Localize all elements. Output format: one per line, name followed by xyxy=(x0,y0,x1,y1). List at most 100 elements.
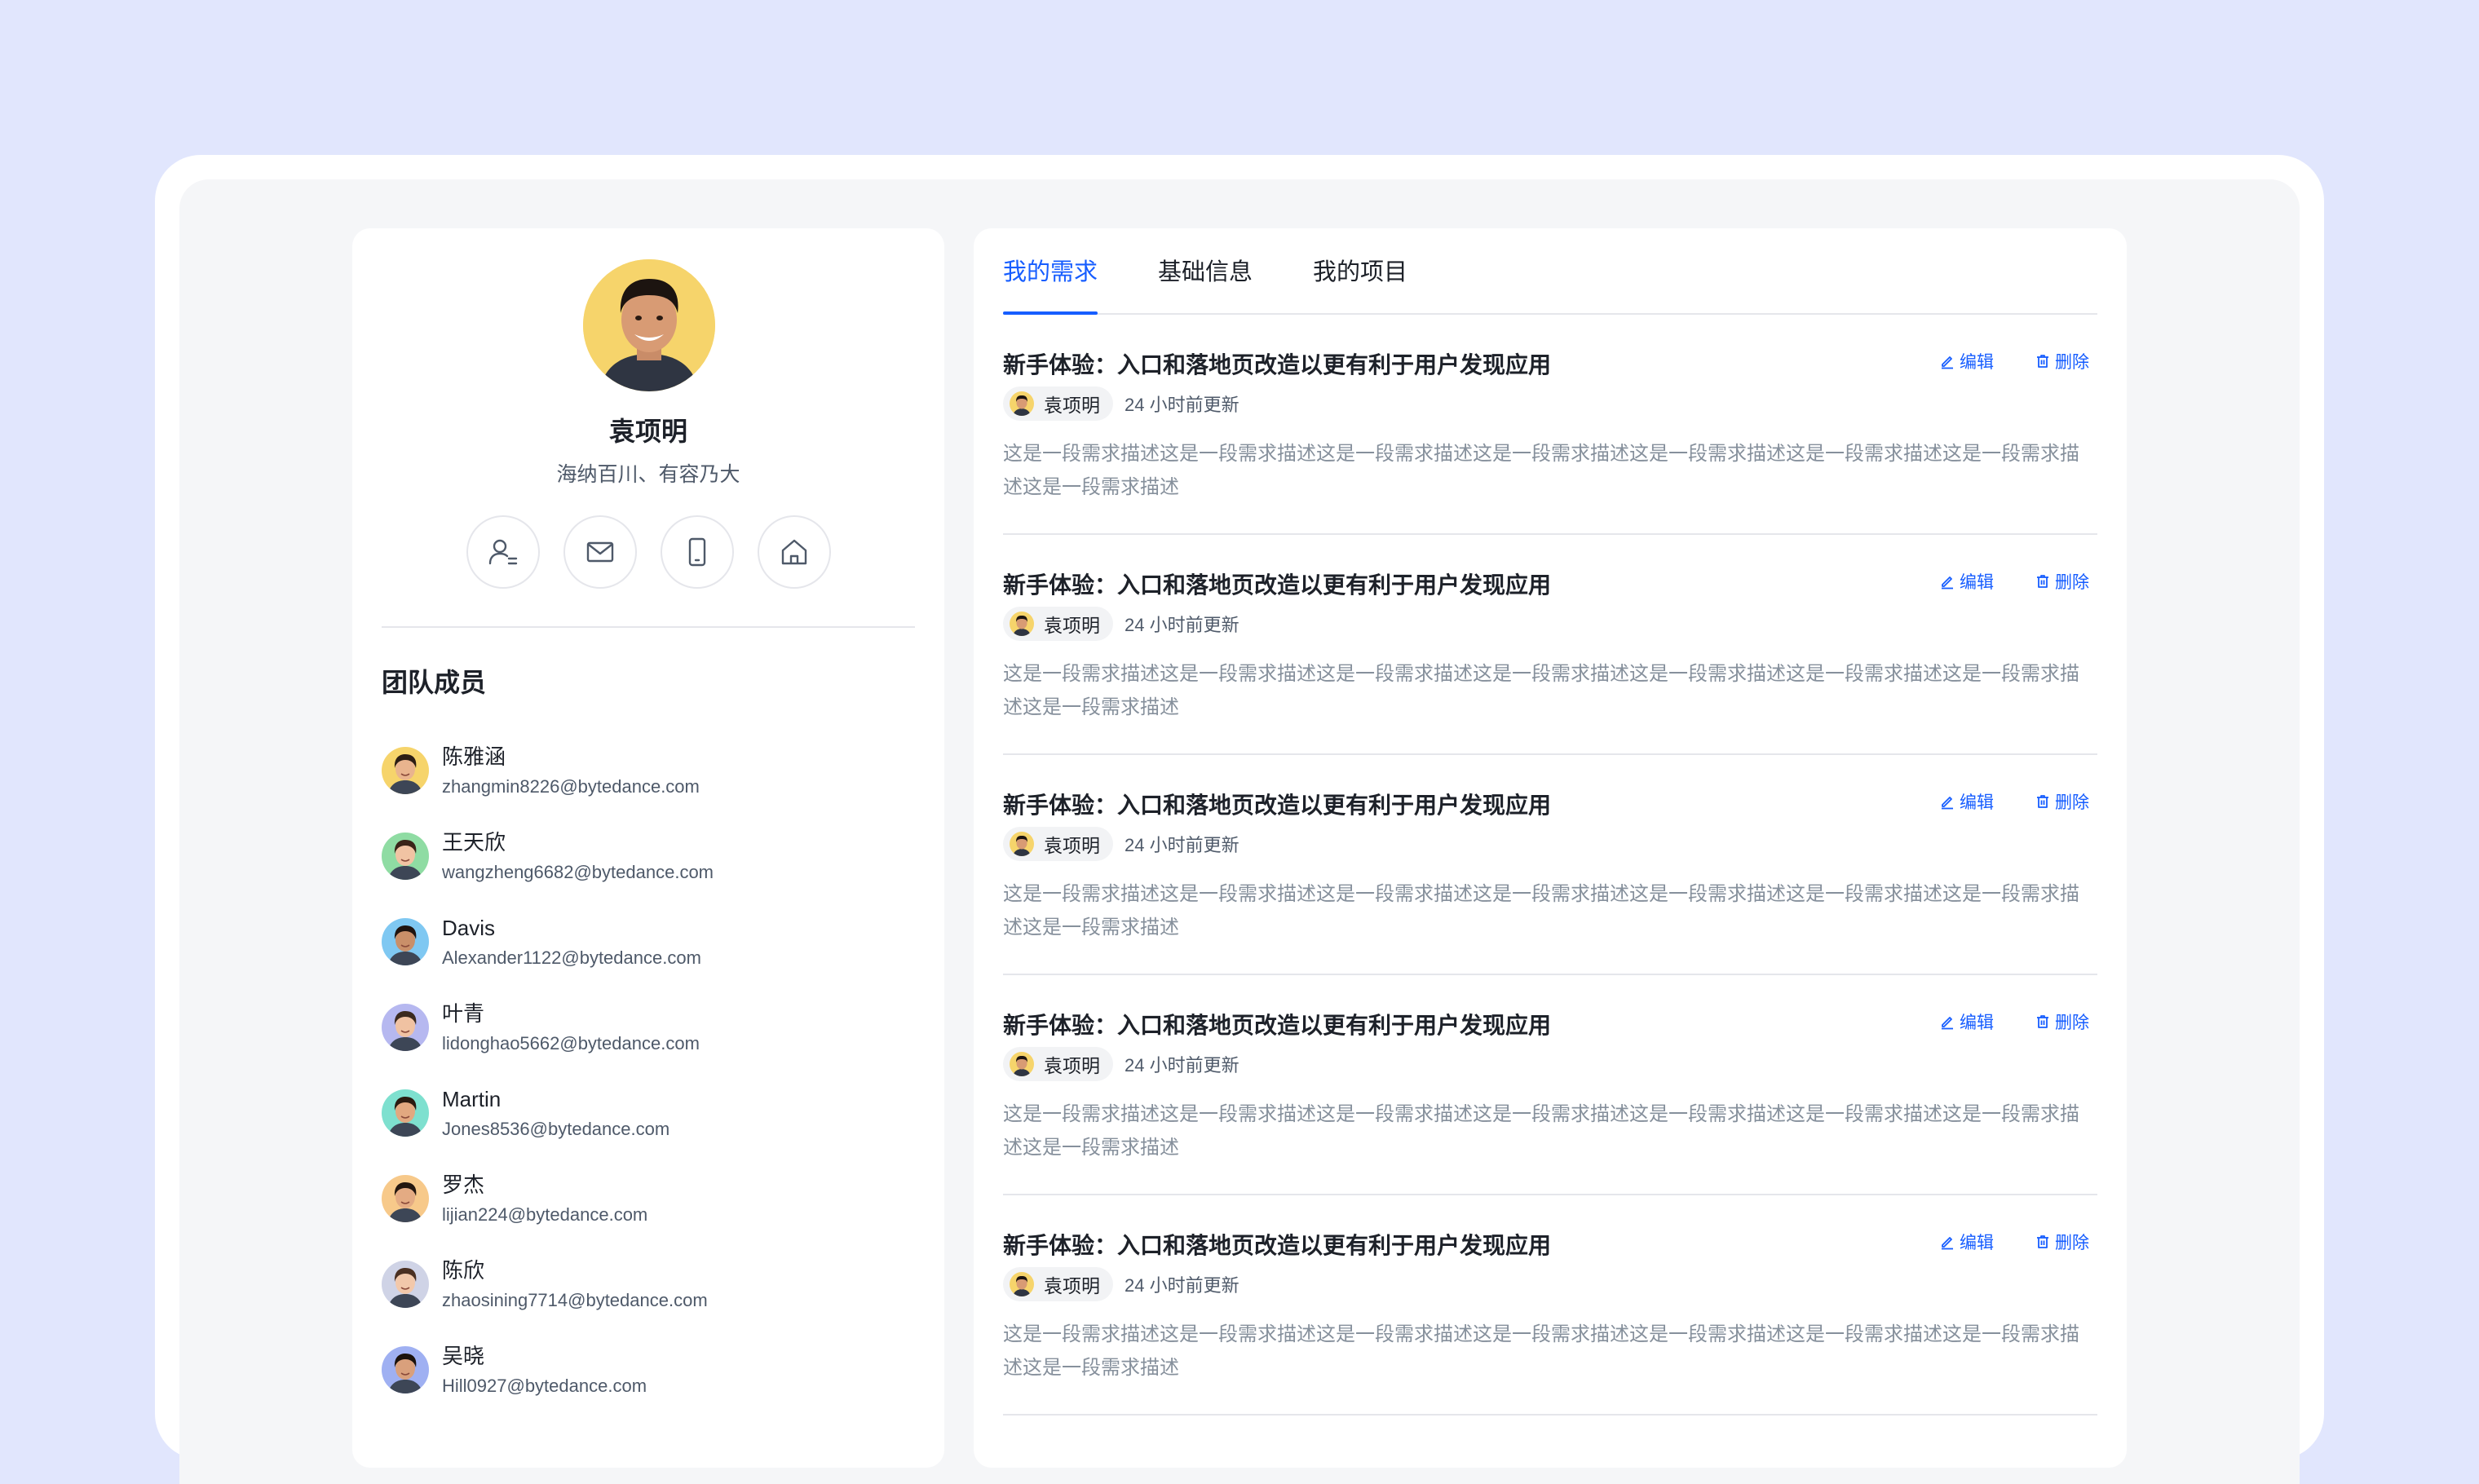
trash-icon xyxy=(2037,1015,2048,1028)
owner-tag[interactable]: 袁项明 xyxy=(1003,386,1113,421)
edit-button[interactable]: 编辑 xyxy=(1939,569,1994,594)
owner-tag[interactable]: 袁项明 xyxy=(1003,1267,1113,1301)
requirement-actions: 编辑 删除 xyxy=(1939,1230,2089,1254)
owner-avatar xyxy=(1010,1272,1034,1296)
member-email: Hill0927@bytedance.com xyxy=(442,1375,647,1396)
requirement-actions: 编辑 删除 xyxy=(1939,1009,2089,1034)
requirement-title[interactable]: 新手体验：入口和落地页改造以更有利于用户发现应用 xyxy=(1003,347,1551,380)
tab-my-requirements[interactable]: 我的需求 xyxy=(1003,227,1098,315)
requirement-item: 新手体验：入口和落地页改造以更有利于用户发现应用 编辑 删除 袁项明 24 小时… xyxy=(1003,1195,2097,1416)
requirement-title[interactable]: 新手体验：入口和落地页改造以更有利于用户发现应用 xyxy=(1003,568,1551,600)
tab-bar: 我的需求 基础信息 我的项目 xyxy=(1003,228,2097,315)
edit-label: 编辑 xyxy=(1960,353,1994,372)
edit-icon xyxy=(1942,576,1953,590)
edit-icon xyxy=(1942,1017,1953,1030)
person-portrait-icon xyxy=(382,832,429,880)
content-card: 我的需求 基础信息 我的项目 新手体验：入口和落地页改造以更有利于用户发现应用 … xyxy=(974,228,2127,1468)
edit-button[interactable]: 编辑 xyxy=(1939,1230,1994,1254)
team-member-list: 陈雅涵 zhangmin8226@bytedance.com 王天欣 wangz… xyxy=(382,727,912,1412)
owner-avatar xyxy=(1010,391,1034,416)
requirement-item: 新手体验：入口和落地页改造以更有利于用户发现应用 编辑 删除 袁项明 24 小时… xyxy=(1003,535,2097,755)
team-member-item[interactable]: 叶青 lidonghao5662@bytedance.com xyxy=(382,984,912,1070)
team-member-item[interactable]: 罗杰 lijian224@bytedance.com xyxy=(382,1155,912,1241)
edit-label: 编辑 xyxy=(1960,1234,1994,1252)
requirement-description: 这是一段需求描述这是一段需求描述这是一段需求描述这是一段需求描述这是一段需求描述… xyxy=(1003,443,2079,498)
email-button[interactable] xyxy=(563,515,637,589)
team-member-item[interactable]: Davis Alexander1122@bytedance.com xyxy=(382,899,912,984)
member-email: zhaosining7714@bytedance.com xyxy=(442,1289,708,1310)
member-avatar xyxy=(382,1003,429,1051)
member-name: 吴晓 xyxy=(442,1343,485,1368)
member-name: Martin xyxy=(442,1086,502,1111)
requirement-title[interactable]: 新手体验：入口和落地页改造以更有利于用户发现应用 xyxy=(1003,1008,1551,1040)
phone-button[interactable] xyxy=(660,515,734,589)
team-member-item[interactable]: 陈雅涵 zhangmin8226@bytedance.com xyxy=(382,727,912,813)
profile-divider xyxy=(382,626,915,628)
edit-button[interactable]: 编辑 xyxy=(1939,789,1994,814)
member-email: zhangmin8226@bytedance.com xyxy=(442,775,700,797)
requirement-title[interactable]: 新手体验：入口和落地页改造以更有利于用户发现应用 xyxy=(1003,1228,1551,1261)
edit-label: 编辑 xyxy=(1960,793,1994,812)
owner-name: 袁项明 xyxy=(1044,395,1100,416)
edit-label: 编辑 xyxy=(1960,573,1994,592)
member-avatar xyxy=(382,1345,429,1393)
owner-tag[interactable]: 袁项明 xyxy=(1003,827,1113,861)
person-portrait-icon xyxy=(1010,612,1034,636)
delete-button[interactable]: 删除 xyxy=(2035,349,2089,373)
delete-label: 删除 xyxy=(2055,353,2089,372)
member-avatar xyxy=(382,832,429,880)
owner-avatar xyxy=(1010,612,1034,636)
owner-name: 袁项明 xyxy=(1044,615,1100,636)
page-canvas: 袁项明 海纳百川、有容乃大 团队成员 陈雅涵 zhangmin8226@byte… xyxy=(179,179,2300,1484)
delete-button[interactable]: 删除 xyxy=(2035,789,2089,814)
edit-button[interactable]: 编辑 xyxy=(1939,349,1994,373)
tab-basic-info[interactable]: 基础信息 xyxy=(1158,227,1253,313)
edit-label: 编辑 xyxy=(1960,1014,1994,1032)
edit-icon xyxy=(1942,356,1953,369)
requirement-item: 新手体验：入口和落地页改造以更有利于用户发现应用 编辑 删除 袁项明 24 小时… xyxy=(1003,755,2097,975)
owner-name: 袁项明 xyxy=(1044,1055,1100,1076)
member-avatar xyxy=(382,1260,429,1308)
requirement-actions: 编辑 删除 xyxy=(1939,349,2089,373)
person-portrait-icon xyxy=(1010,832,1034,856)
team-member-item[interactable]: Martin Jones8536@bytedance.com xyxy=(382,1070,912,1155)
delete-label: 删除 xyxy=(2055,1234,2089,1252)
owner-tag[interactable]: 袁项明 xyxy=(1003,1047,1113,1081)
delete-button[interactable]: 删除 xyxy=(2035,1230,2089,1254)
trash-icon xyxy=(2037,355,2048,368)
requirement-description: 这是一段需求描述这是一段需求描述这是一段需求描述这是一段需求描述这是一段需求描述… xyxy=(1003,1103,2079,1159)
delete-button[interactable]: 删除 xyxy=(2035,569,2089,594)
requirement-meta: 袁项明 24 小时前更新 xyxy=(1003,827,1240,861)
owner-avatar xyxy=(1010,832,1034,856)
outer-frame: 袁项明 海纳百川、有容乃大 团队成员 陈雅涵 zhangmin8226@byte… xyxy=(155,155,2324,1484)
updated-time: 24 小时前更新 xyxy=(1125,395,1240,415)
updated-time: 24 小时前更新 xyxy=(1125,1275,1240,1296)
tab-my-projects[interactable]: 我的项目 xyxy=(1313,227,1407,313)
updated-time: 24 小时前更新 xyxy=(1125,615,1240,635)
member-name: 陈雅涵 xyxy=(442,744,506,769)
owner-tag[interactable]: 袁项明 xyxy=(1003,607,1113,641)
home-button[interactable] xyxy=(757,515,831,589)
member-email: lijian224@bytedance.com xyxy=(442,1204,648,1225)
person-portrait-icon xyxy=(382,1089,429,1137)
person-portrait-icon xyxy=(1010,391,1034,416)
edit-button[interactable]: 编辑 xyxy=(1939,1009,1994,1034)
trash-icon xyxy=(2037,795,2048,808)
requirement-description: 这是一段需求描述这是一段需求描述这是一段需求描述这是一段需求描述这是一段需求描述… xyxy=(1003,663,2079,718)
team-member-item[interactable]: 吴晓 Hill0927@bytedance.com xyxy=(382,1327,912,1412)
person-portrait-icon xyxy=(382,1345,429,1393)
person-portrait-icon xyxy=(583,259,715,391)
member-name: 罗杰 xyxy=(442,1172,485,1197)
trash-icon xyxy=(2037,575,2048,588)
owner-avatar xyxy=(1010,1052,1034,1076)
profile-avatar[interactable] xyxy=(583,259,715,391)
delete-button[interactable]: 删除 xyxy=(2035,1009,2089,1034)
team-member-item[interactable]: 王天欣 wangzheng6682@bytedance.com xyxy=(382,813,912,899)
requirement-title[interactable]: 新手体验：入口和落地页改造以更有利于用户发现应用 xyxy=(1003,788,1551,820)
member-email: lidonghao5662@bytedance.com xyxy=(442,1032,700,1053)
team-member-item[interactable]: 陈欣 zhaosining7714@bytedance.com xyxy=(382,1241,912,1327)
member-avatar xyxy=(382,1174,429,1222)
person-portrait-icon xyxy=(382,1003,429,1051)
contact-button[interactable] xyxy=(466,515,540,589)
delete-label: 删除 xyxy=(2055,793,2089,812)
